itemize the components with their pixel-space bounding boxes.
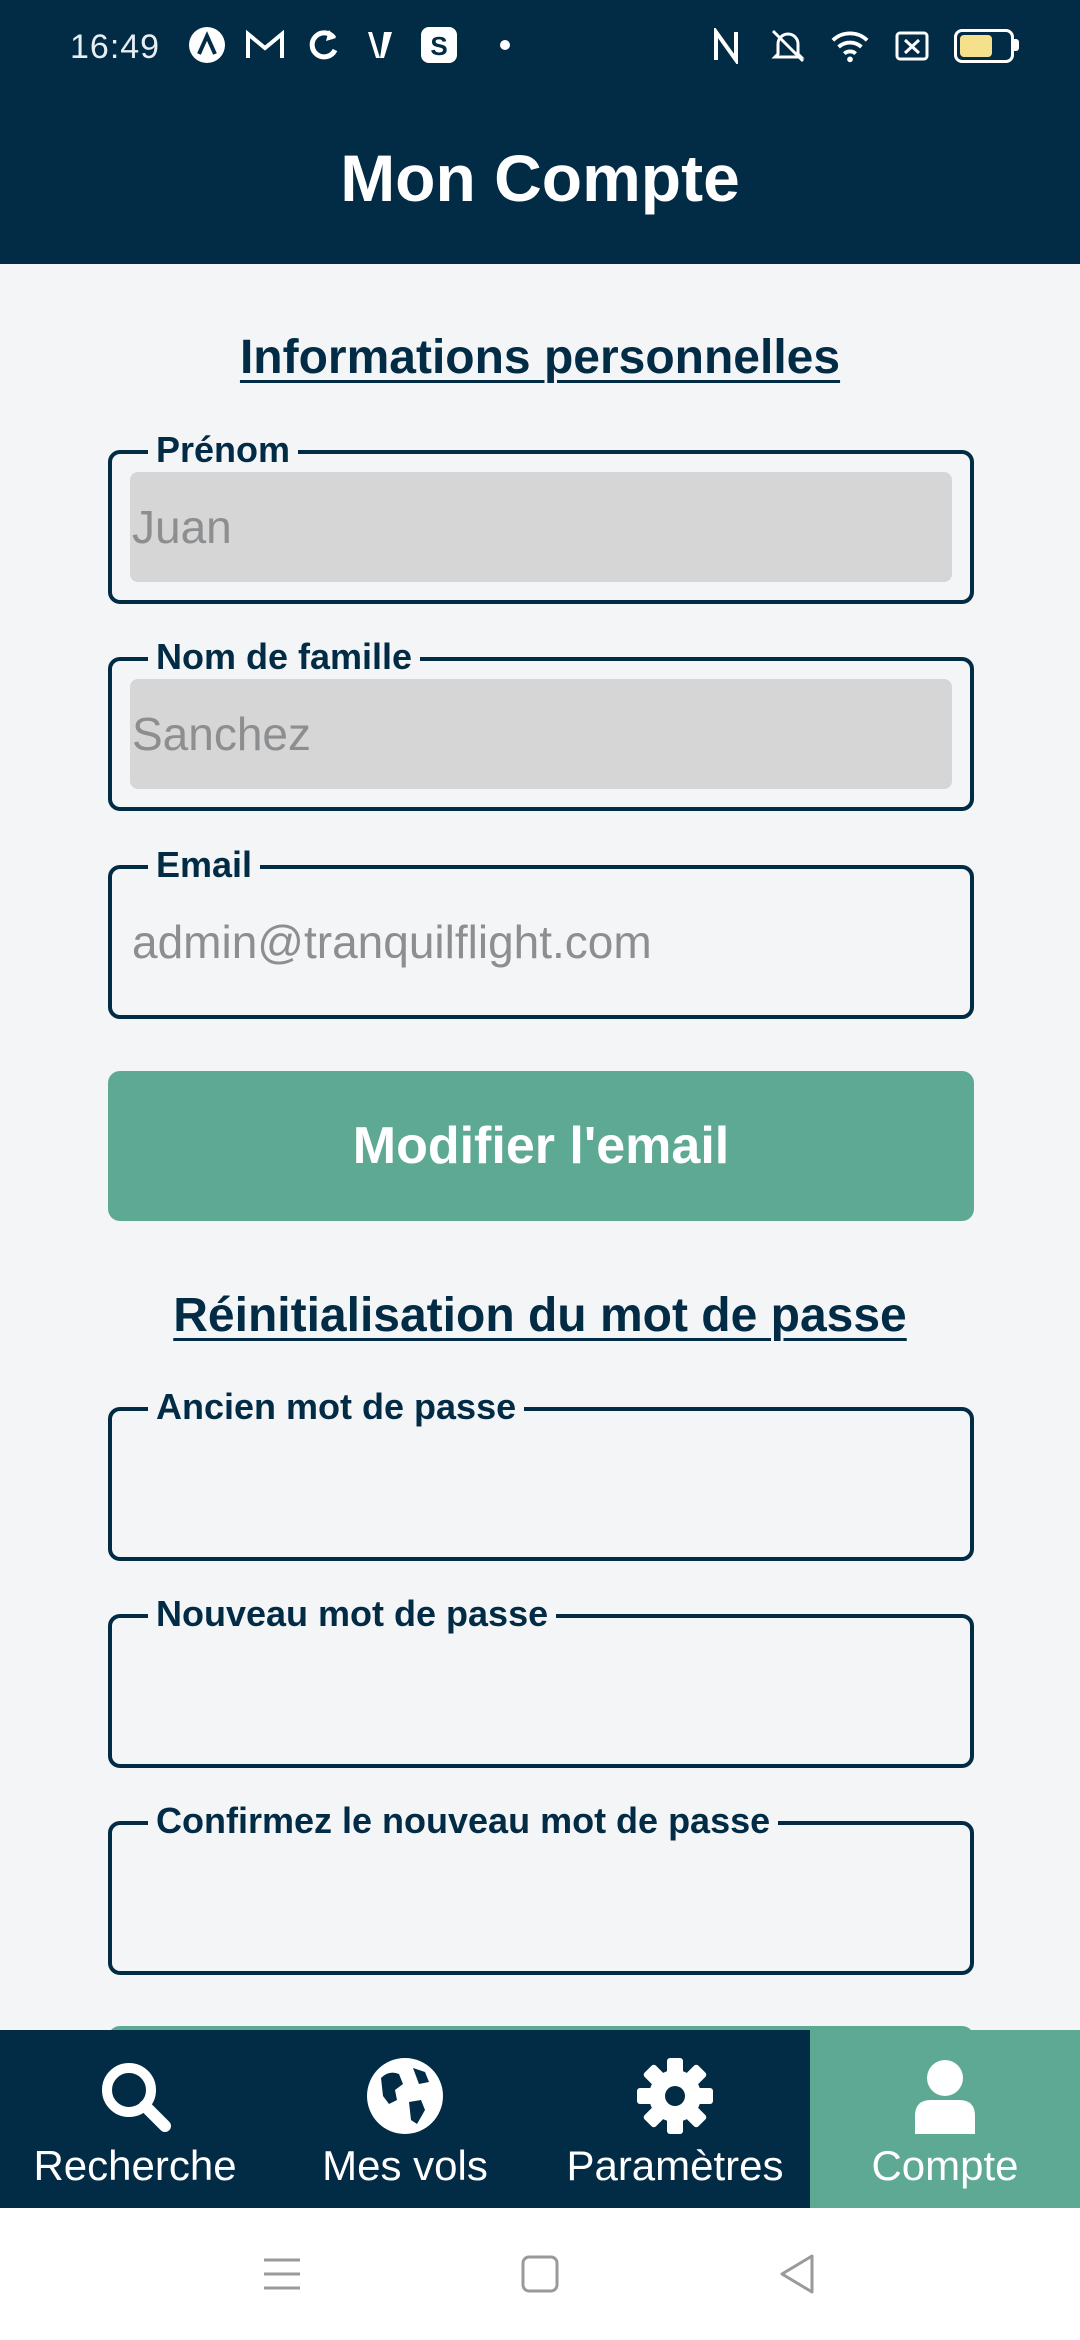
new-password-label: Nouveau mot de passe xyxy=(148,1592,557,1636)
svg-text:S: S xyxy=(430,31,447,61)
home-icon[interactable] xyxy=(510,2244,570,2304)
email-field: Email admin@tranquilflight.com xyxy=(108,843,974,1019)
page-title: Mon Compte xyxy=(340,141,740,215)
notification-icons: S xyxy=(186,24,510,66)
last-name-label: Nom de famille xyxy=(148,635,421,679)
first-name-input[interactable]: Juan xyxy=(130,472,952,582)
wifi-icon xyxy=(830,26,870,66)
nav-item-my-flights[interactable]: Mes vols xyxy=(270,2030,540,2208)
gmail-icon xyxy=(244,24,286,66)
confirm-password-input[interactable] xyxy=(130,1843,952,1953)
search-icon xyxy=(102,2063,171,2132)
app-a-icon xyxy=(186,24,228,66)
email-label: Email xyxy=(148,843,261,887)
nfc-icon xyxy=(706,26,746,66)
nav-item-account[interactable]: Compte xyxy=(810,2030,1080,2208)
sim-icon xyxy=(892,26,932,66)
email-input[interactable]: admin@tranquilflight.com xyxy=(130,887,952,997)
back-icon[interactable] xyxy=(768,2244,828,2304)
nav-label-my-flights: Mes vols xyxy=(322,2142,488,2189)
nav-label-search: Recherche xyxy=(33,2142,237,2189)
battery-icon xyxy=(954,29,1019,63)
status-time: 16:49 xyxy=(70,28,161,66)
old-password-label: Ancien mot de passe xyxy=(148,1385,525,1429)
system-icons xyxy=(706,26,1019,66)
first-name-field: Prénom Juan xyxy=(108,428,974,604)
v-app-icon xyxy=(360,24,402,66)
first-name-label: Prénom xyxy=(148,428,299,472)
globe-icon xyxy=(367,2058,443,2134)
s-app-icon: S xyxy=(418,24,460,66)
nav-item-settings[interactable]: Paramètres xyxy=(540,2030,810,2208)
last-name-input[interactable]: Sanchez xyxy=(130,679,952,789)
nav-label-account: Compte xyxy=(871,2142,1019,2189)
old-password-input[interactable] xyxy=(130,1429,952,1539)
system-navigation-bar xyxy=(0,2208,1080,2340)
mute-icon xyxy=(768,26,808,66)
nav-label-settings: Paramètres xyxy=(566,2142,784,2189)
old-password-field: Ancien mot de passe xyxy=(108,1385,974,1561)
status-bar: 16:49 S xyxy=(0,0,1080,96)
bottom-navigation: Recherche Mes vols Paramètres Compte xyxy=(0,2030,1080,2208)
more-notifications-dot-icon xyxy=(500,40,510,50)
recent-apps-icon[interactable] xyxy=(252,2244,312,2304)
personal-info-heading: Informations personnelles xyxy=(239,331,841,384)
new-password-field: Nouveau mot de passe xyxy=(108,1592,974,1768)
confirm-password-label: Confirmez le nouveau mot de passe xyxy=(148,1799,779,1843)
nav-item-search[interactable]: Recherche xyxy=(0,2030,270,2208)
last-name-field: Nom de famille Sanchez xyxy=(108,635,974,811)
new-password-input[interactable] xyxy=(130,1636,952,1746)
user-icon xyxy=(915,2060,975,2134)
change-email-button[interactable]: Modifier l'email xyxy=(108,1071,974,1221)
app-header: 16:49 S Mon Compte xyxy=(0,0,1080,264)
confirm-password-field: Confirmez le nouveau mot de passe xyxy=(108,1799,974,1975)
gear-icon xyxy=(637,2058,713,2134)
sync-icon xyxy=(302,24,344,66)
password-reset-heading: Réinitialisation du mot de passe xyxy=(173,1289,907,1342)
